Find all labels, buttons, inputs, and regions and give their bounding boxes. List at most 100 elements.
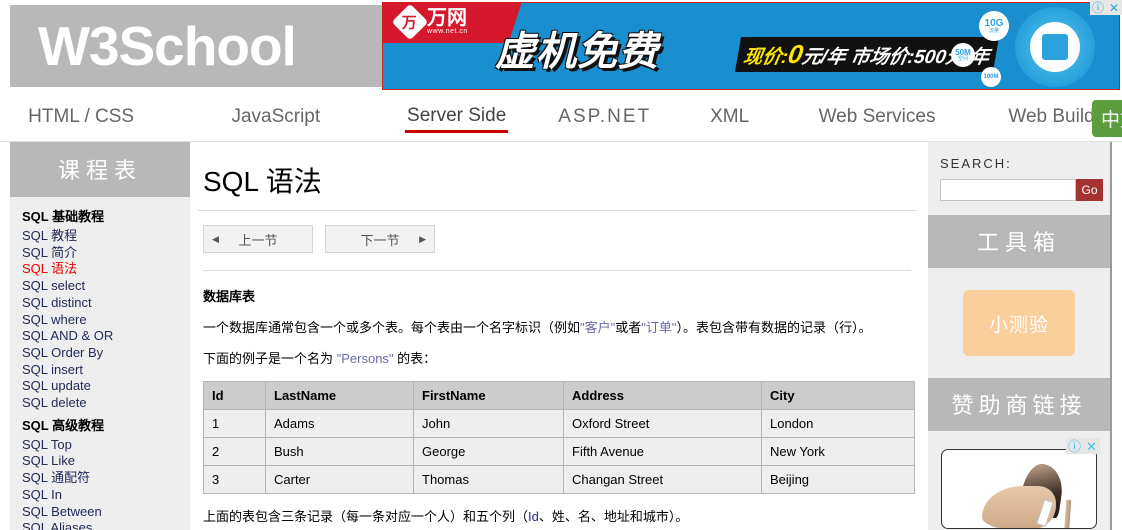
close-icon[interactable]: ✕ xyxy=(1106,0,1122,15)
sponsor-links-header: 赞助商链接 xyxy=(928,378,1110,431)
next-lesson-label: 下一节 xyxy=(360,232,400,248)
sidebar-header: 课程表 xyxy=(10,142,190,197)
paragraph-1: 一个数据库通常包含一个或多个表。每个表由一个名字标识（例如"客户"或者"订单"）… xyxy=(198,305,916,336)
top-banner: W3School 万 万网 www.net.cn 虚机免费 现价:0元/年 市场… xyxy=(0,0,1122,92)
sponsor-advertisement[interactable] xyxy=(941,449,1097,529)
language-toggle-button[interactable]: 中文 xyxy=(1092,100,1122,137)
paragraph-1-a: 一个数据库通常包含一个或多个表。每个表由一个名字标识（例如 xyxy=(203,320,581,335)
close-icon[interactable]: ✕ xyxy=(1083,438,1100,454)
table-row: 3 Carter Thomas Changan Street Beijing xyxy=(203,465,915,494)
nav-item-web-services[interactable]: Web Services xyxy=(817,102,938,132)
sidebar-item-sql-in[interactable]: SQL In xyxy=(22,487,190,504)
table-header-row: Id LastName FirstName Address City xyxy=(203,381,915,410)
sidebar-item-sql-tutorial[interactable]: SQL 教程 xyxy=(22,228,190,245)
sidebar-group-title-advanced: SQL 高级教程 xyxy=(22,417,105,433)
paragraph-1-b: 或者 xyxy=(615,320,642,335)
table-header-firstname: FirstName xyxy=(413,381,564,410)
cell-address: Changan Street xyxy=(563,465,762,494)
top-advertisement[interactable]: 万 万网 www.net.cn 虚机免费 现价:0元/年 市场价:500元/年 … xyxy=(382,2,1120,90)
search-row: Go xyxy=(928,171,1110,201)
ad-bubble-1-sub: 流量 xyxy=(988,27,999,34)
ad-bubble-2: 50M 空间 xyxy=(951,43,975,67)
sidebar-item-sql-wildcards[interactable]: SQL 通配符 xyxy=(22,470,190,487)
cell-city: London xyxy=(761,409,915,438)
cell-id: 1 xyxy=(203,409,266,438)
sidebar-item-sql-top[interactable]: SQL Top xyxy=(22,437,190,454)
sidebar-item-sql-order-by[interactable]: SQL Order By xyxy=(22,345,190,362)
sidebar-item-sql-update[interactable]: SQL update xyxy=(22,378,190,395)
nav-item-server-side[interactable]: Server Side xyxy=(405,101,509,133)
sidebar-group-title-basic: SQL 基础教程 xyxy=(22,209,105,224)
paragraph-3-b: 、姓、名、地址和城市）。 xyxy=(538,509,689,524)
site-logo[interactable]: W3School xyxy=(10,5,382,87)
sidebar-item-sql-like[interactable]: SQL Like xyxy=(22,453,190,470)
cell-address: Oxford Street xyxy=(563,409,762,438)
nav-item-xml[interactable]: XML xyxy=(708,102,751,132)
table-header-address: Address xyxy=(563,381,762,410)
sidebar-item-sql-syntax[interactable]: SQL 语法 xyxy=(22,261,190,278)
cell-address: Fifth Avenue xyxy=(563,437,762,466)
cell-id: 3 xyxy=(203,465,266,494)
sidebar-item-sql-intro[interactable]: SQL 简介 xyxy=(22,245,190,262)
ad-brand-url: www.net.cn xyxy=(427,28,468,35)
cell-city: New York xyxy=(761,437,915,466)
sidebar-item-sql-and-or[interactable]: SQL AND & OR xyxy=(22,328,190,345)
nav-item-javascript[interactable]: JavaScript xyxy=(229,102,322,132)
paragraph-2-a: 下面的例子是一个名为 xyxy=(203,351,337,366)
search-label: SEARCH: xyxy=(940,156,1012,171)
table-header-lastname: LastName xyxy=(265,381,414,410)
cell-firstname: Thomas xyxy=(413,465,564,494)
nav-item-html-css[interactable]: HTML / CSS xyxy=(26,102,136,132)
shoe-image xyxy=(982,456,1078,528)
prev-lesson-label: 上一节 xyxy=(238,232,278,248)
table-header-id: Id xyxy=(203,381,266,410)
table-row: 1 Adams John Oxford Street London xyxy=(203,409,915,438)
sidebar-item-sql-between[interactable]: SQL Between xyxy=(22,504,190,521)
info-icon[interactable]: ⓘ xyxy=(1066,438,1083,454)
table-row: 2 Bush George Fifth Avenue New York xyxy=(203,437,915,466)
lesson-nav-buttons: ◀ 上一节 下一节 ▶ xyxy=(198,211,916,253)
page-body: 课程表 SQL 基础教程 SQL 教程 SQL 简介 SQL 语法 SQL se… xyxy=(0,142,1122,530)
page-title: SQL 语法 xyxy=(198,142,916,211)
next-lesson-button[interactable]: 下一节 ▶ xyxy=(325,225,435,253)
ad-bubble-2-sub: 空间 xyxy=(957,55,968,62)
cell-id: 2 xyxy=(203,437,266,466)
prev-lesson-button[interactable]: ◀ 上一节 xyxy=(203,225,313,253)
nav-item-asp-net[interactable]: ASP.NET xyxy=(556,102,653,132)
left-sidebar: 课程表 SQL 基础教程 SQL 教程 SQL 简介 SQL 语法 SQL se… xyxy=(10,142,190,530)
main-content: SQL 语法 ◀ 上一节 下一节 ▶ 数据库表 一个数据库通常包含一个或多个表。… xyxy=(198,142,916,530)
chevron-right-icon: ▶ xyxy=(419,233,426,244)
sidebar-menu: SQL 基础教程 SQL 教程 SQL 简介 SQL 语法 SQL select… xyxy=(10,197,190,530)
ad-bubble-3: 100M xyxy=(981,67,1001,87)
main-navigation: HTML / CSS JavaScript Server Side ASP.NE… xyxy=(0,92,1122,142)
sidebar-item-sql-insert[interactable]: SQL insert xyxy=(22,362,190,379)
search-input[interactable] xyxy=(940,179,1076,201)
ad-server-glyph xyxy=(1042,34,1068,60)
ad-server-icon xyxy=(1030,22,1080,72)
sidebar-item-sql-where[interactable]: SQL where xyxy=(22,312,190,329)
ad-bubble-1: 10G 流量 xyxy=(979,11,1009,41)
cell-city: Beijing xyxy=(761,465,915,494)
paragraph-2-code: "Persons" xyxy=(336,351,394,366)
cell-lastname: Adams xyxy=(265,409,414,438)
ad-brand-mark-text: 万 xyxy=(402,13,418,31)
sidebar-item-sql-select[interactable]: SQL select xyxy=(22,278,190,295)
quiz-button[interactable]: 小测验 xyxy=(963,290,1075,356)
sidebar-item-sql-aliases[interactable]: SQL Aliases xyxy=(22,520,190,530)
ad-graphic: 10G 流量 50M 空间 100M xyxy=(901,5,1101,89)
ad-brand-mark-icon: 万 xyxy=(391,3,429,40)
sidebar-item-sql-distinct[interactable]: SQL distinct xyxy=(22,295,190,312)
top-ad-controls: ⓘ ✕ xyxy=(1090,0,1122,15)
ad-headline: 虚机免费 xyxy=(495,30,659,74)
shoe-stiletto-part xyxy=(1063,499,1072,528)
paragraph-1-c: ）。表包含带有数据的记录（行）。 xyxy=(676,320,872,335)
ad-cloud-circle-icon xyxy=(1015,7,1095,87)
ad-price-prefix: 现价: xyxy=(741,47,790,68)
search-go-button[interactable]: Go xyxy=(1076,179,1103,201)
ad-bubble-3-big: 100M xyxy=(983,74,999,80)
persons-table: Id LastName FirstName Address City 1 Ada… xyxy=(203,381,915,494)
cell-firstname: John xyxy=(413,409,564,438)
info-icon[interactable]: ⓘ xyxy=(1090,0,1106,15)
sidebar-item-sql-delete[interactable]: SQL delete xyxy=(22,395,190,412)
paragraph-3-code: Id xyxy=(528,509,539,524)
